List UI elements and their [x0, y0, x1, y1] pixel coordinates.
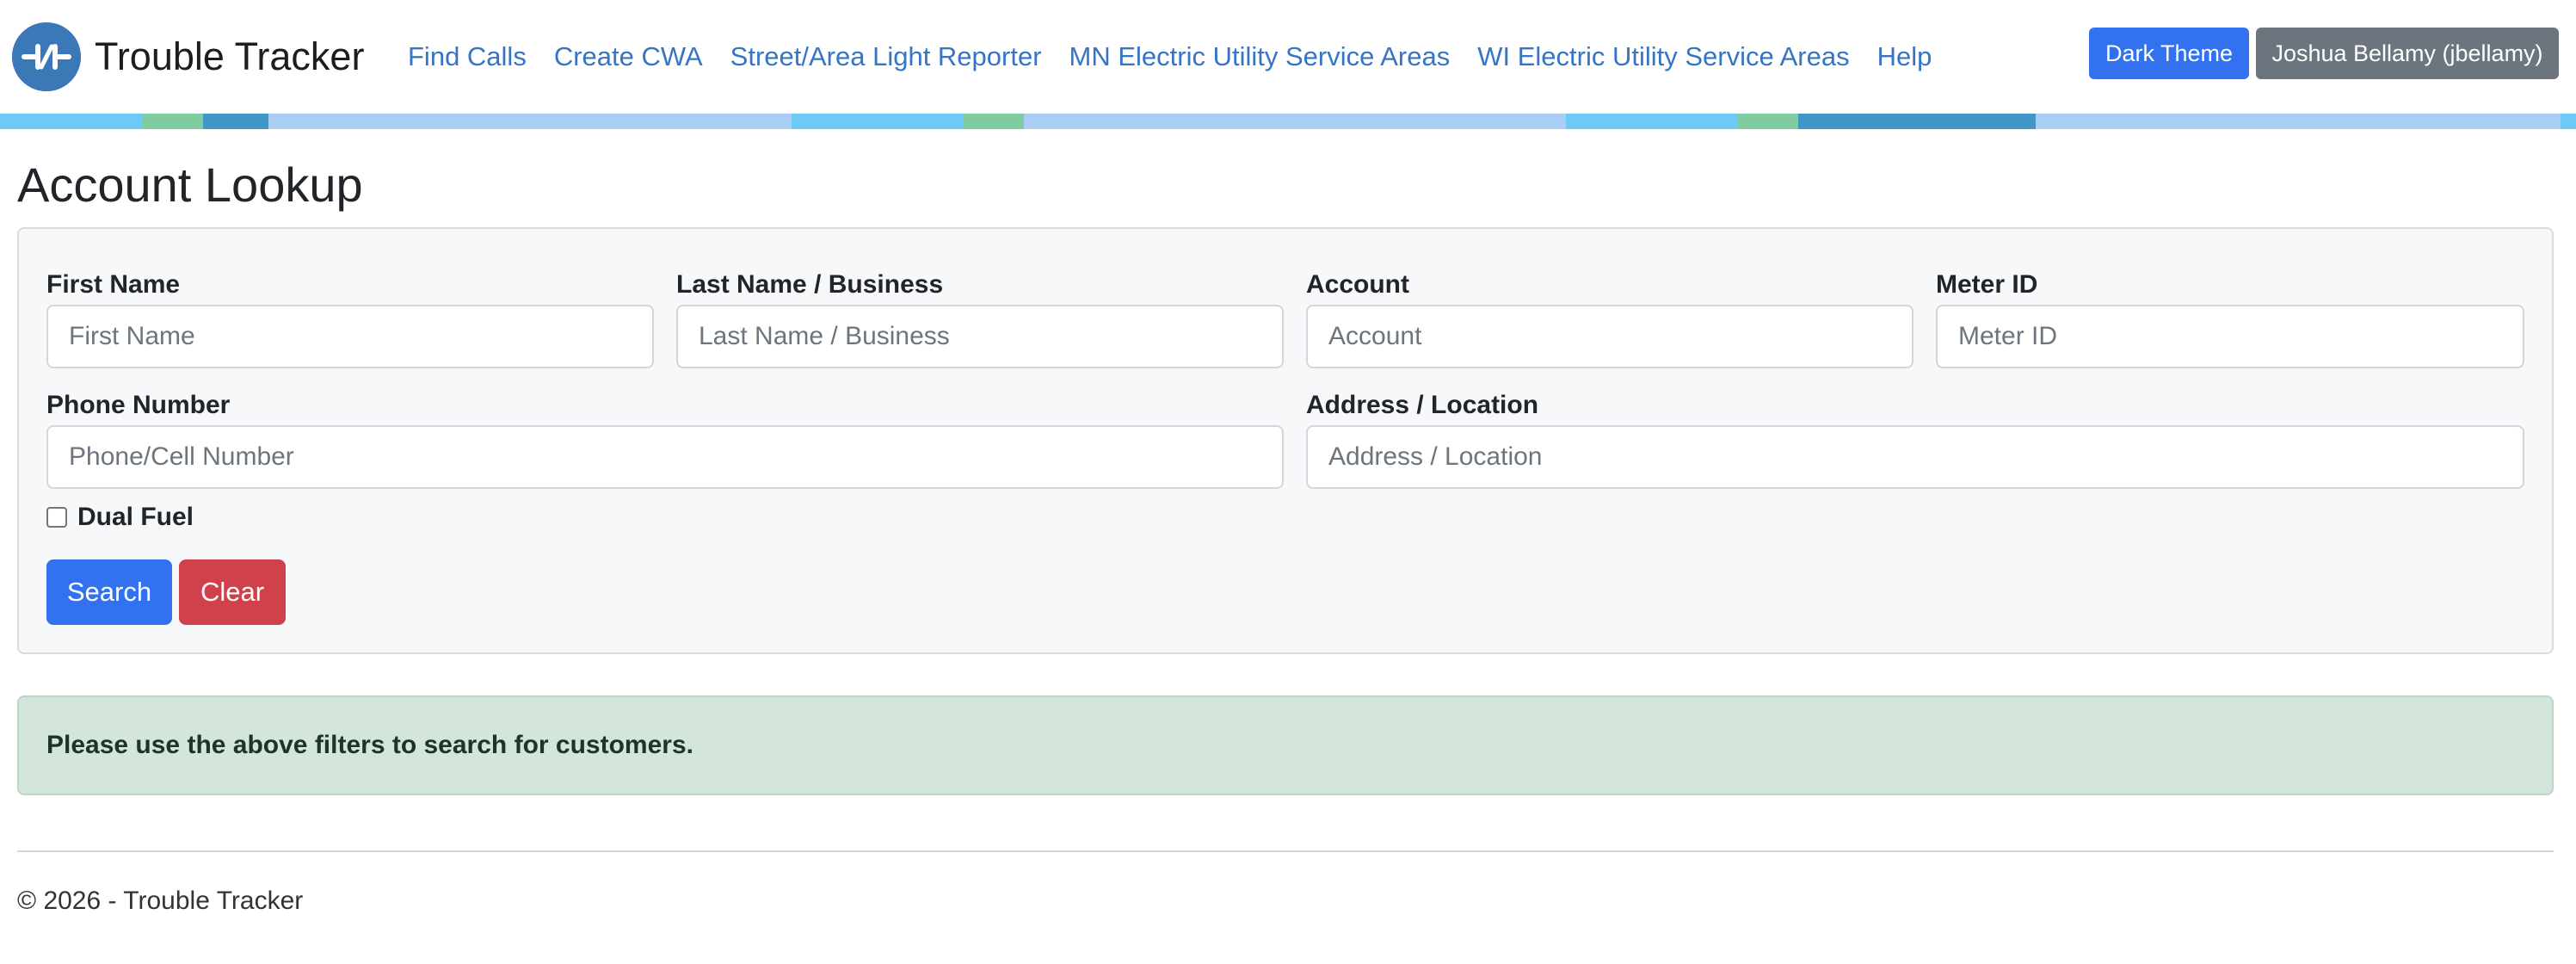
info-alert: Please use the above filters to search f…	[17, 695, 2554, 795]
dual-fuel-label: Dual Fuel	[77, 503, 194, 531]
last-name-input[interactable]	[676, 305, 1284, 368]
search-button[interactable]: Search	[46, 559, 172, 625]
nav-link-find-calls[interactable]: Find Calls	[408, 41, 527, 72]
color-strip	[0, 114, 2576, 129]
footer-divider	[17, 850, 2554, 852]
nav-link-create-cwa[interactable]: Create CWA	[554, 41, 703, 72]
first-name-label: First Name	[46, 270, 181, 299]
navbar: Trouble Tracker Find Calls Create CWA St…	[0, 0, 2576, 114]
strip-segment	[0, 114, 143, 129]
last-name-label: Last Name / Business	[676, 270, 944, 299]
account-input[interactable]	[1306, 305, 1914, 368]
nav-link-mn-service-areas[interactable]: MN Electric Utility Service Areas	[1069, 41, 1451, 72]
nav-link-help[interactable]: Help	[1877, 41, 1932, 72]
footer-text: © 2026 - Trouble Tracker	[17, 887, 304, 915]
dark-theme-button[interactable]: Dark Theme	[2089, 28, 2249, 79]
address-input[interactable]	[1306, 425, 2524, 489]
clear-button[interactable]: Clear	[179, 559, 286, 625]
strip-segment	[143, 114, 203, 129]
phone-number-label: Phone Number	[46, 391, 231, 419]
brand[interactable]: Trouble Tracker	[12, 21, 364, 93]
plug-icon	[12, 22, 81, 91]
nav-links: Find Calls Create CWA Street/Area Light …	[408, 34, 1959, 79]
dual-fuel-option[interactable]: Dual Fuel	[46, 503, 194, 532]
account-label: Account	[1306, 270, 1409, 299]
strip-segment	[1566, 114, 1738, 129]
meter-id-input[interactable]	[1936, 305, 2524, 368]
strip-segment	[792, 114, 964, 129]
filter-card: First Name Last Name / Business Account …	[17, 227, 2554, 654]
nav-link-street-light-reporter[interactable]: Street/Area Light Reporter	[730, 41, 1042, 72]
user-menu-button[interactable]: Joshua Bellamy (jbellamy)	[2256, 28, 2559, 79]
strip-segment	[964, 114, 1024, 129]
strip-segment	[203, 114, 268, 129]
nav-link-wi-service-areas[interactable]: WI Electric Utility Service Areas	[1477, 41, 1849, 72]
strip-segment	[1738, 114, 1798, 129]
first-name-input[interactable]	[46, 305, 654, 368]
strip-segment	[2036, 114, 2561, 129]
dual-fuel-checkbox[interactable]	[46, 507, 67, 528]
phone-number-input[interactable]	[46, 425, 1284, 489]
address-label: Address / Location	[1306, 391, 1539, 419]
meter-id-label: Meter ID	[1936, 270, 2038, 299]
strip-segment	[1798, 114, 2036, 129]
strip-segment	[2561, 114, 2576, 129]
strip-segment	[268, 114, 792, 129]
strip-segment	[1024, 114, 1566, 129]
brand-name: Trouble Tracker	[95, 34, 365, 78]
alert-message: Please use the above filters to search f…	[46, 731, 693, 759]
page-title: Account Lookup	[17, 158, 363, 212]
